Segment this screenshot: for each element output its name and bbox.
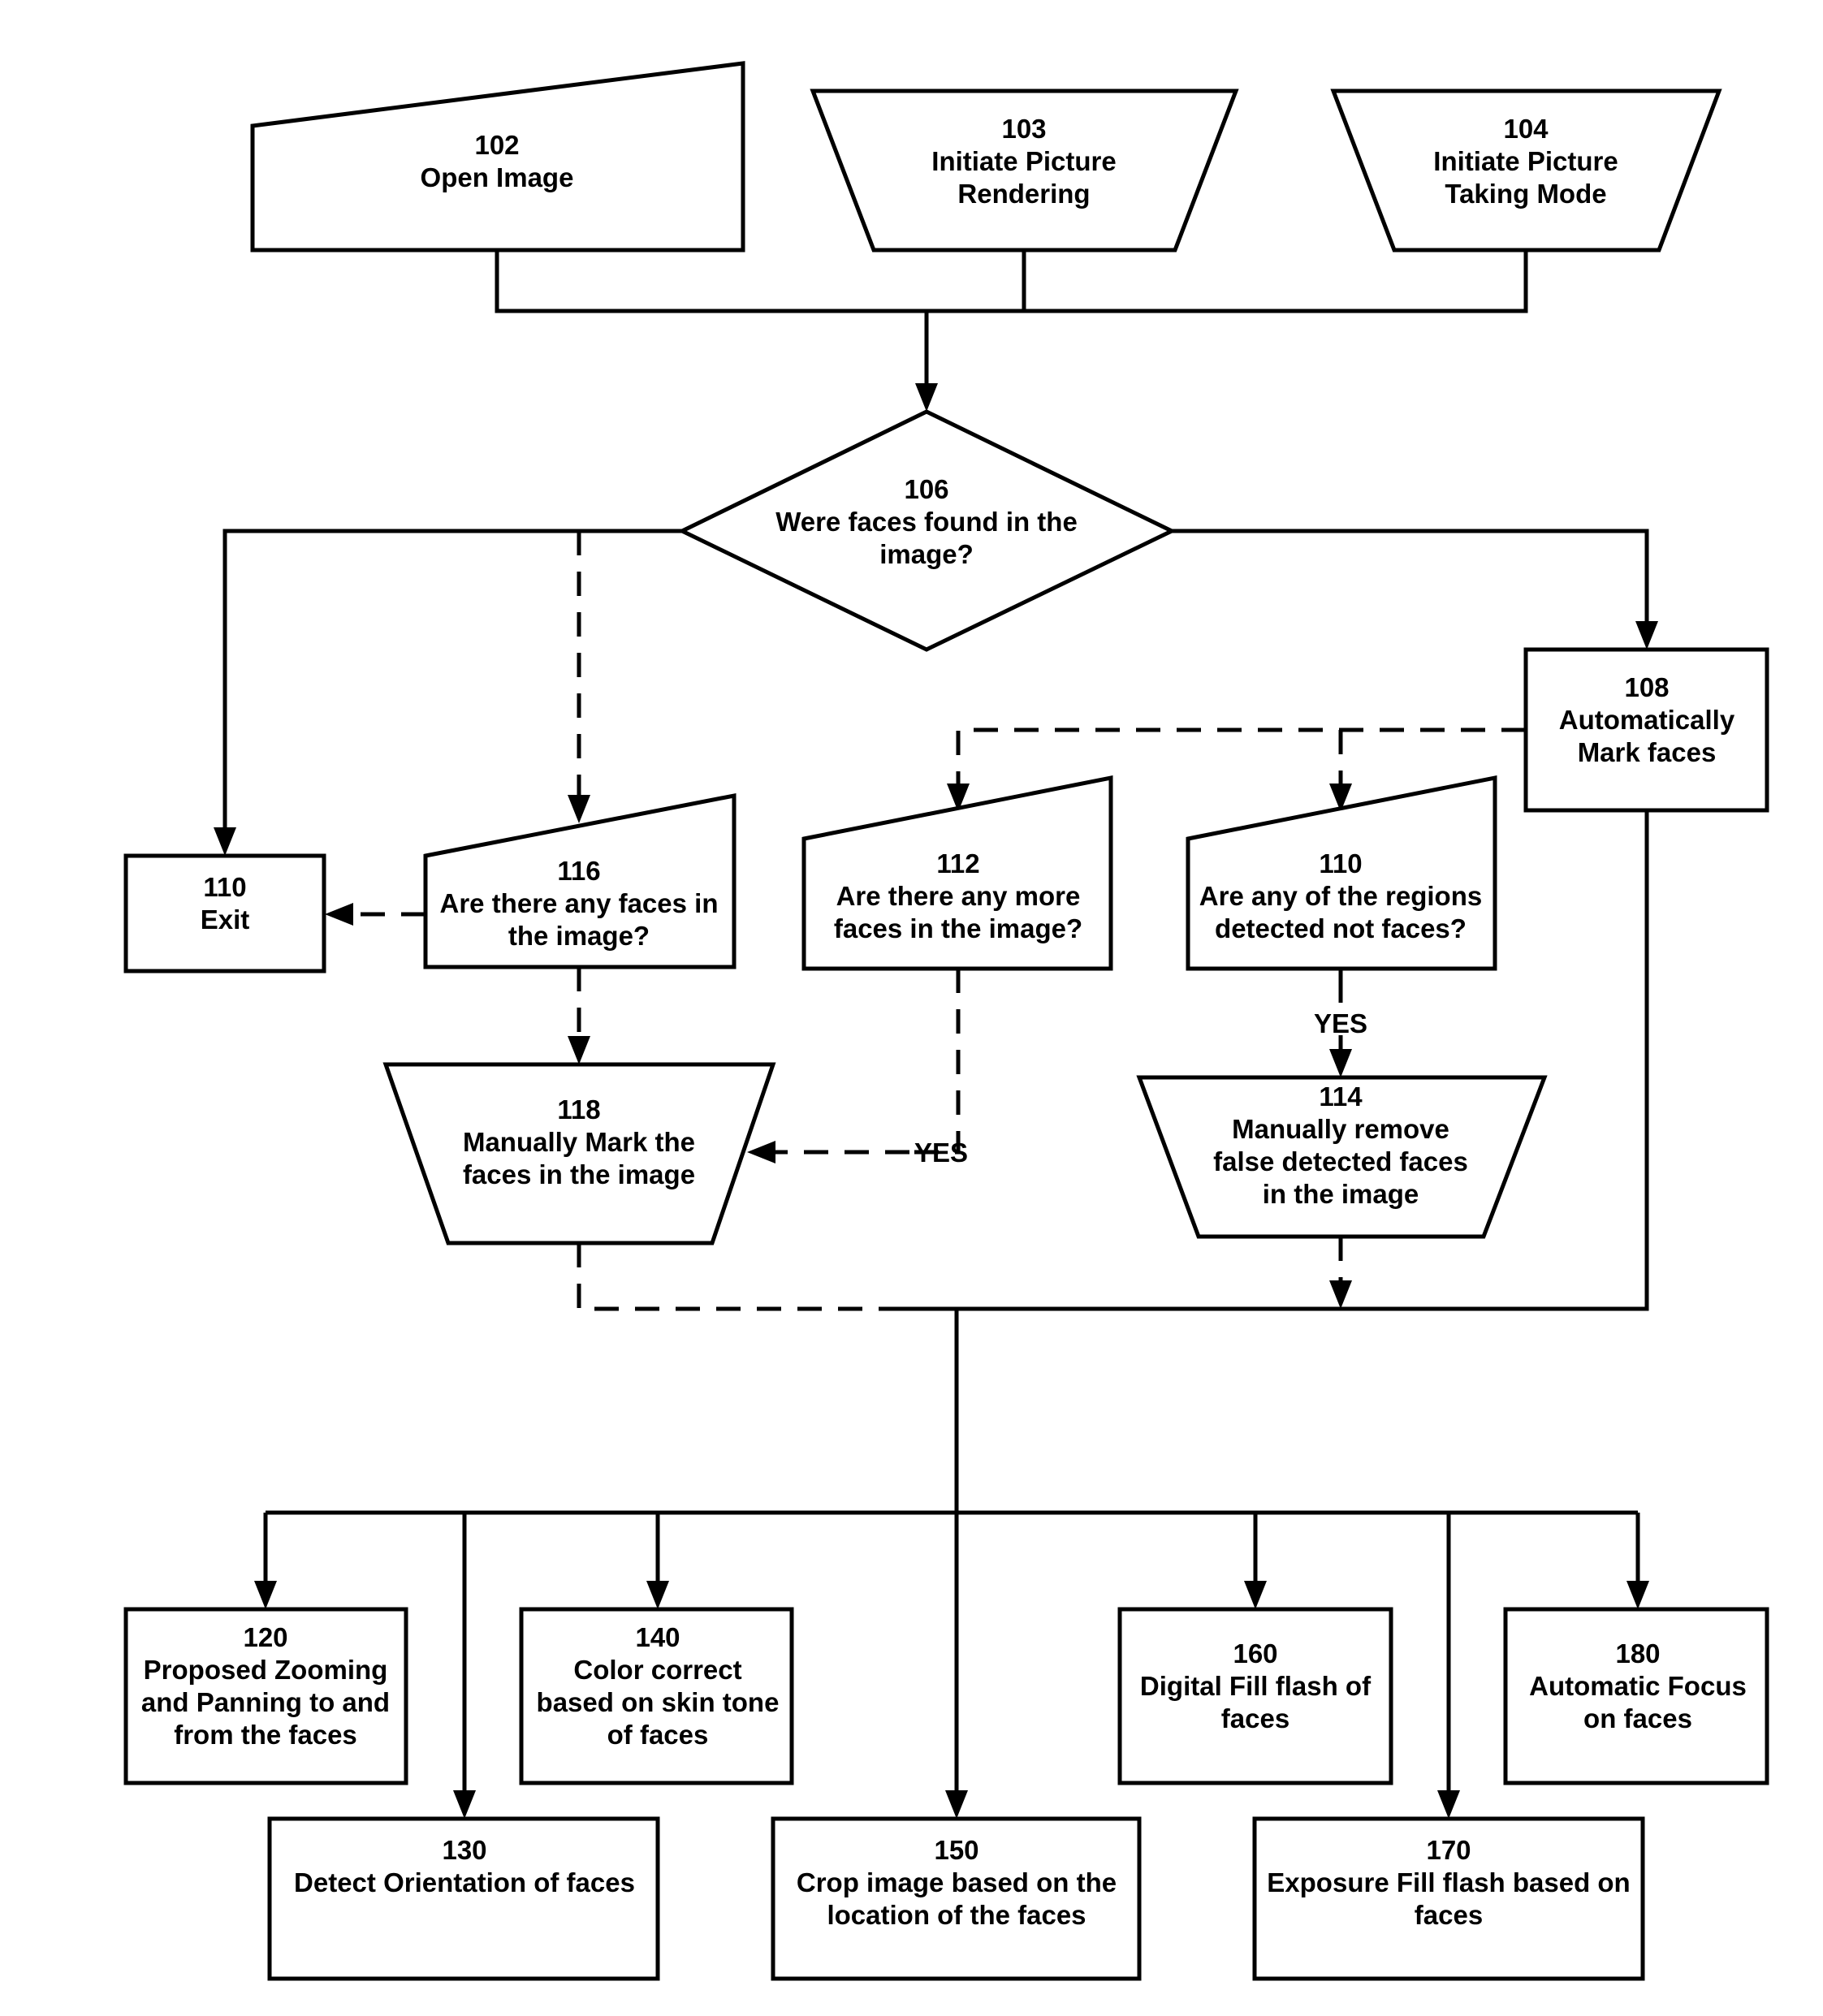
node-114[interactable]: 114 Manually remove false detected faces in… <box>1136 1075 1548 1239</box>
node-130[interactable]: 130 Detect Orientation of faces <box>267 1816 660 1981</box>
arrowhead-into-160 <box>1244 1581 1267 1609</box>
arrowhead-into-170 <box>1437 1790 1460 1819</box>
node-text-line: Color correct <box>573 1655 741 1685</box>
connector-108-112 <box>956 727 1526 786</box>
node-120[interactable]: 120 Proposed Zooming and Panning to and fro… <box>123 1607 408 1785</box>
node-text-line: false detected faces <box>1213 1146 1468 1176</box>
node-text-line: Digital Fill flash of <box>1140 1671 1372 1701</box>
node-id: 103 <box>1001 114 1046 144</box>
node-140[interactable]: 140 Color correct based on skin tone of fac… <box>519 1607 794 1785</box>
node-id: 180 <box>1615 1638 1660 1668</box>
node-id: 110 <box>1319 848 1362 878</box>
node-text-line: detected not faces? <box>1215 913 1467 943</box>
node-180[interactable]: 180 Automatic Focus on faces <box>1503 1607 1769 1785</box>
flowchart: YES YES 102 Open Image 103 Initiate Pictur… <box>123 61 1769 1981</box>
arrowhead-into-106 <box>915 383 938 412</box>
node-text-line: Initiate Picture <box>1433 146 1618 176</box>
node-text-line: Exposure Fill flash based on <box>1267 1867 1630 1897</box>
arrowhead-into-140 <box>646 1581 669 1609</box>
arrowhead-into-120 <box>254 1581 277 1609</box>
edge-label-yes-110: YES <box>1314 1008 1367 1038</box>
node-text-line: Are any of the regions <box>1199 881 1482 911</box>
node-103[interactable]: 103 Initiate Picture Rendering <box>810 88 1239 253</box>
node-text-line: faces <box>1415 1900 1483 1930</box>
arrowhead-into-exit <box>214 827 236 856</box>
arrowhead-114-merge <box>1329 1280 1352 1309</box>
node-text-line: faces in the image <box>463 1159 695 1189</box>
node-text-line: and Panning to and <box>141 1687 390 1717</box>
node-160[interactable]: 160 Digital Fill flash of faces <box>1117 1607 1393 1785</box>
arrowhead-into-exit-left <box>325 903 353 926</box>
arrowhead-into-118 <box>568 1036 590 1064</box>
node-text-line: image? <box>879 539 974 569</box>
node-text-line: Manually Mark the <box>463 1127 695 1157</box>
node-text-line: Manually remove <box>1232 1114 1449 1144</box>
node-text-line: based on skin tone <box>537 1687 780 1717</box>
arrowhead-into-150 <box>945 1790 968 1819</box>
node-text-line: location of the faces <box>827 1900 1086 1930</box>
node-id: 118 <box>557 1094 600 1125</box>
arrowhead-into-180 <box>1626 1581 1649 1609</box>
node-id: 102 <box>474 130 519 160</box>
node-text-line: Exit <box>201 904 250 935</box>
node-text-line: Initiate Picture <box>931 146 1116 176</box>
node-text-line: Taking Mode <box>1445 179 1606 209</box>
node-text-line: of faces <box>607 1720 709 1750</box>
node-text-line: Are there any more <box>836 881 1081 911</box>
node-text-line: faces <box>1221 1703 1289 1733</box>
node-150[interactable]: 150 Crop image based on the location of th… <box>771 1816 1142 1981</box>
node-text-line: Automatic Focus <box>1529 1671 1747 1701</box>
connector-102-merge <box>495 250 1528 313</box>
node-104[interactable]: 104 Initiate Picture Taking Mode <box>1330 88 1722 253</box>
node-id: 106 <box>904 474 948 504</box>
node-text-line: Proposed Zooming <box>144 1655 388 1685</box>
node-id: 110 <box>203 872 246 902</box>
edge-label-yes-112: YES <box>914 1138 968 1168</box>
node-108[interactable]: 108 Automatically Mark faces <box>1523 647 1769 813</box>
node-text-line: Automatically <box>1559 705 1735 735</box>
node-text-line: from the faces <box>174 1720 357 1750</box>
node-106-decision[interactable]: 106 Were faces found in the image? <box>677 409 1177 652</box>
node-text-line: in the image <box>1263 1179 1419 1209</box>
node-text-line: Detect Orientation of faces <box>294 1867 635 1897</box>
connector-118-merge <box>577 1243 902 1311</box>
arrowhead-into-118-right <box>747 1141 775 1163</box>
node-text-line: Mark faces <box>1578 737 1717 767</box>
connector-106-108 <box>1172 529 1649 624</box>
node-118[interactable]: 118 Manually Mark the faces in the image <box>382 1062 776 1245</box>
node-110-exit[interactable]: 110 Exit <box>123 853 326 973</box>
node-text-line: Are there any faces in <box>440 888 719 918</box>
arrowhead-into-116 <box>568 795 590 823</box>
node-id: 120 <box>243 1622 287 1652</box>
connector-106-exit <box>222 529 682 830</box>
node-id: 108 <box>1624 672 1669 702</box>
node-id: 116 <box>557 856 600 886</box>
node-112[interactable]: 112 Are there any more faces in the image? <box>801 775 1113 971</box>
node-text-line: the image? <box>508 921 650 951</box>
node-id: 130 <box>442 1835 486 1865</box>
node-id: 114 <box>1319 1081 1363 1112</box>
connector-112-118 <box>914 969 961 1155</box>
node-170[interactable]: 170 Exposure Fill flash based on faces <box>1252 1816 1645 1981</box>
node-text-line: Were faces found in the <box>775 507 1078 537</box>
node-102[interactable]: 102 Open Image <box>250 61 745 253</box>
node-id: 112 <box>936 848 979 878</box>
node-id: 150 <box>934 1835 978 1865</box>
node-text-line: Rendering <box>957 179 1090 209</box>
node-text-line: Crop image based on the <box>797 1867 1117 1897</box>
arrowhead-into-108 <box>1635 621 1658 650</box>
node-id: 140 <box>635 1622 680 1652</box>
node-id: 160 <box>1233 1638 1277 1668</box>
node-116[interactable]: 116 Are there any faces in the image? <box>423 792 737 969</box>
node-text-line: on faces <box>1583 1703 1692 1733</box>
node-id: 170 <box>1426 1835 1471 1865</box>
arrowhead-into-114 <box>1329 1049 1352 1077</box>
arrowhead-into-130 <box>453 1790 476 1819</box>
node-text-line: Open Image <box>421 162 574 192</box>
node-text-line: faces in the image? <box>834 913 1082 943</box>
node-110-question[interactable]: 110 Are any of the regions detected not fa… <box>1186 775 1497 971</box>
node-id: 104 <box>1503 114 1549 144</box>
